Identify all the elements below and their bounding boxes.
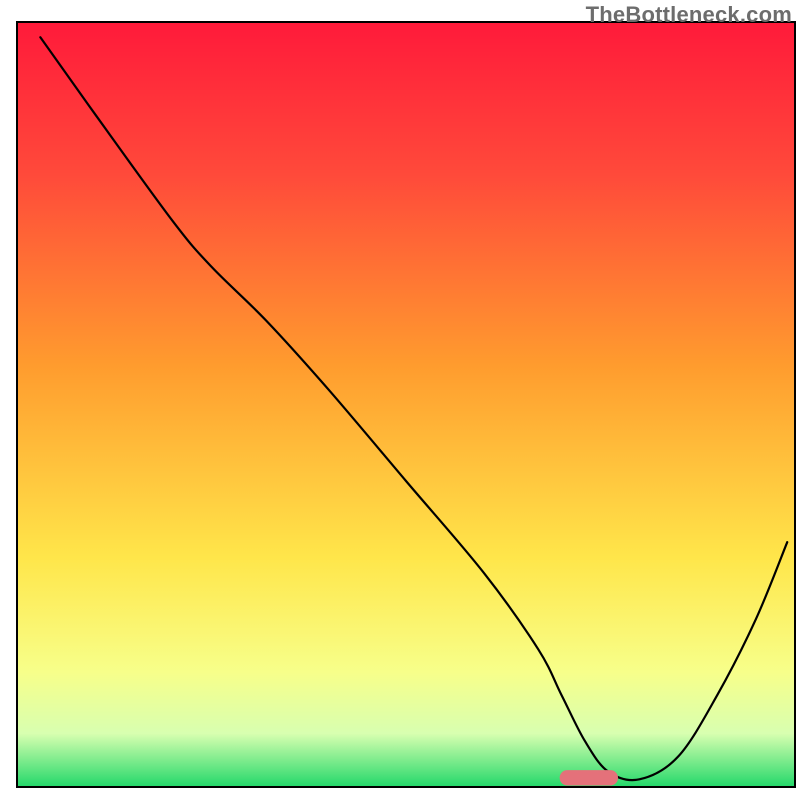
watermark-text: TheBottleneck.com [586,2,792,28]
chart-stage: TheBottleneck.com [0,0,800,800]
chart-svg [0,0,800,800]
gradient-background [17,22,795,787]
marker-capsule [560,770,618,785]
